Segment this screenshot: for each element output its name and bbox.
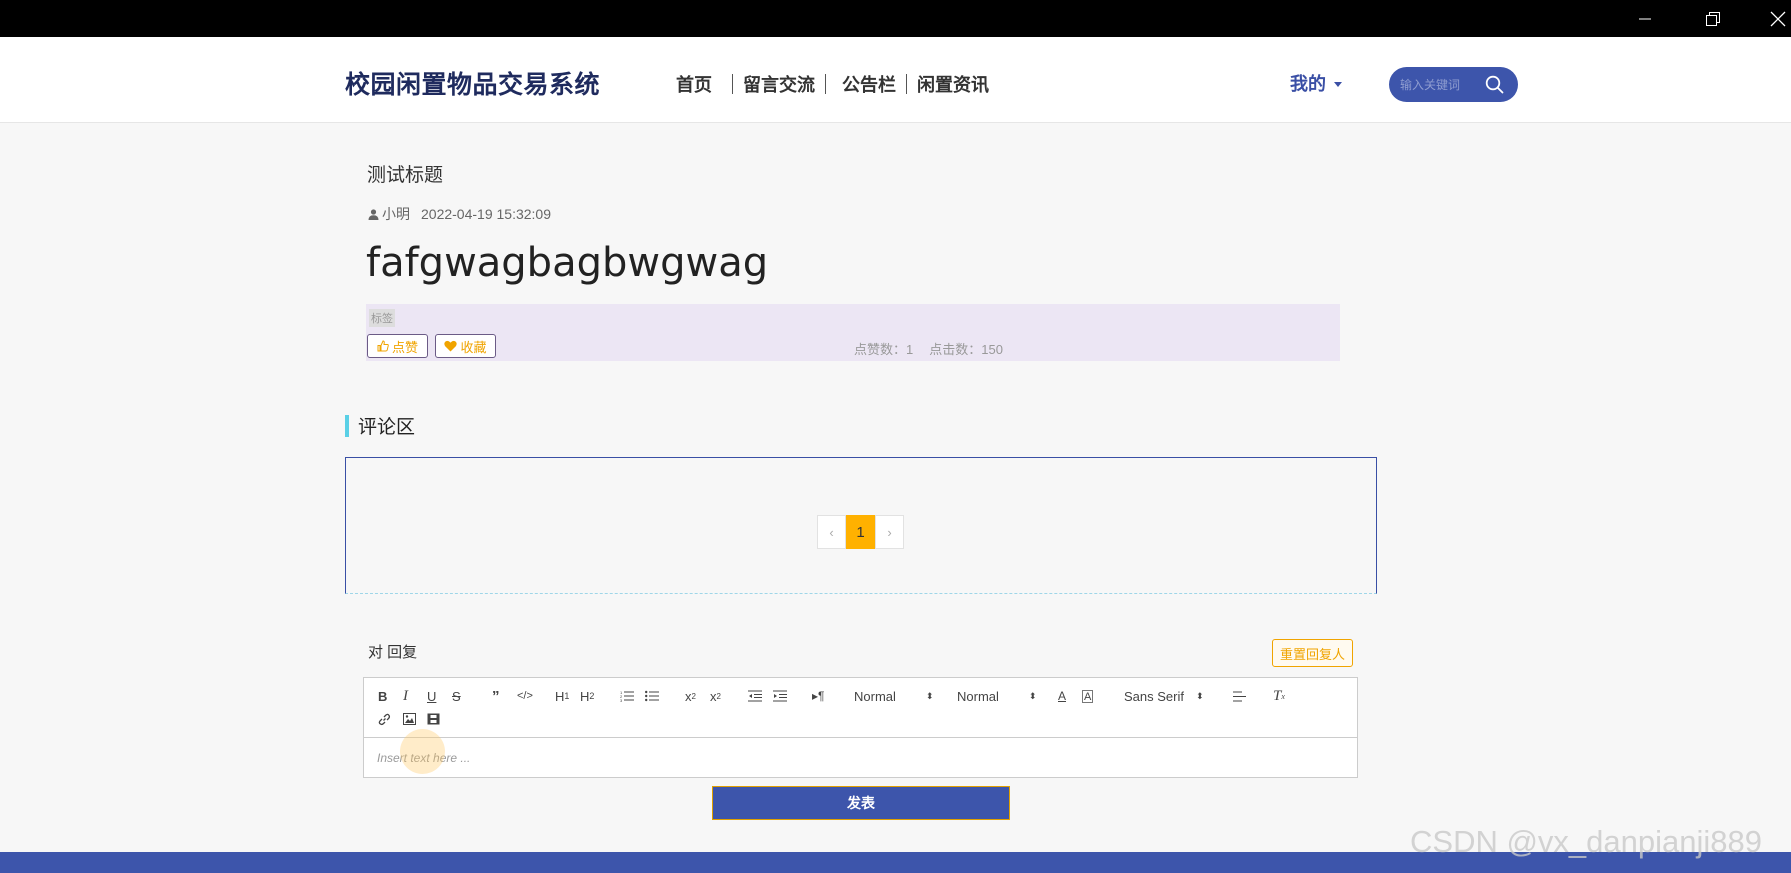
post-content: fafgwagbagbwgwag [366,240,769,286]
strikethrough-icon[interactable]: S [452,687,461,705]
size-select-value: Normal [957,688,999,704]
site-title[interactable]: 校园闲置物品交易系统 [345,65,600,101]
post-meta: 小明 2022-04-19 15:32:09 [368,204,551,224]
select-arrows-icon: ⬍ [1195,690,1204,701]
video-icon[interactable] [427,710,440,728]
pagination-page-1[interactable]: 1 [846,515,875,549]
section-accent-bar [345,414,349,437]
link-icon[interactable] [378,710,391,728]
indent-icon[interactable] [773,687,787,705]
watermark: CSDN @vx_danpianji889 [1410,824,1762,859]
post-tags-panel: 标签 点赞 收藏 点赞数：1 点击数：150 [366,304,1340,361]
svg-text:3: 3 [620,698,623,702]
superscript-icon[interactable]: x2 [710,687,721,705]
nav-item-home[interactable]: 首页 [668,71,720,97]
heart-icon [444,340,458,352]
cursor-highlight [400,729,445,774]
caret-down-icon [1334,81,1342,87]
like-button[interactable]: 点赞 [367,334,428,358]
user-menu-label: 我的 [1290,74,1326,94]
minimize-icon[interactable] [1622,0,1668,37]
comments-title-text: 评论区 [358,417,416,438]
font-select[interactable]: Sans Serif ⬍ [1124,687,1204,705]
header1-icon[interactable]: H1 [555,687,569,705]
bullet-list-icon[interactable] [645,687,659,705]
nav-item-news[interactable]: 闲置资讯 [909,71,997,97]
header2-icon[interactable]: H2 [580,687,594,705]
thumbs-up-icon [377,340,389,352]
user-icon [368,208,379,220]
main-nav: 首页 留言交流 公告栏 闲置资讯 [668,71,997,97]
favorite-label: 收藏 [460,339,487,355]
italic-icon[interactable]: I [403,687,408,705]
ordered-list-icon[interactable]: 123 [620,687,634,705]
outdent-icon[interactable] [748,687,762,705]
reply-target-label: 对 回复 [368,644,418,661]
font-select-value: Sans Serif [1124,688,1184,704]
image-icon[interactable] [403,710,416,728]
underline-icon[interactable]: U [427,687,436,705]
click-count: 点击数：150 [929,342,1003,357]
select-arrows-icon: ⬍ [925,690,934,701]
like-label: 点赞 [391,339,418,355]
select-arrows-icon: ⬍ [1028,690,1037,701]
nav-item-announcements[interactable]: 公告栏 [828,71,904,97]
like-count: 点赞数：1 [854,342,914,357]
blockquote-icon[interactable]: ” [492,687,500,705]
restore-icon[interactable] [1690,0,1736,37]
reset-reply-button[interactable]: 重置回复人 [1272,639,1353,667]
close-icon[interactable] [1755,0,1791,37]
bold-icon[interactable]: B [378,687,387,705]
site-header: 校园闲置物品交易系统 首页 留言交流 公告栏 闲置资讯 我的 [0,37,1791,123]
nav-divider [825,74,826,94]
pagination-prev[interactable]: ‹ [817,515,846,549]
nav-divider [906,74,907,94]
post-stats: 点赞数：1 点击数：150 [854,339,1003,358]
editor-input[interactable]: Insert text here ... [364,738,1357,778]
comments-list: ‹ 1 › [345,457,1377,594]
search-input[interactable] [1400,77,1485,92]
favorite-button[interactable]: 收藏 [435,334,496,358]
align-icon[interactable] [1233,687,1246,705]
editor-toolbar: B I U S ” </> H1 H2 123 x2 x2 ▸¶ Normal … [364,678,1357,738]
user-menu[interactable]: 我的 [1290,70,1342,96]
pagination-next[interactable]: › [875,515,904,549]
background-color-icon[interactable]: A [1082,690,1094,703]
subscript-icon[interactable]: x2 [685,687,696,705]
submit-reply-button[interactable]: 发表 [712,786,1010,820]
nav-divider [732,74,733,94]
search-icon[interactable] [1485,75,1504,99]
text-color-icon[interactable]: A [1058,687,1066,705]
header-select-value: Normal [854,688,896,704]
comments-section-title: 评论区 [345,412,415,439]
search-box [1389,67,1518,102]
size-select[interactable]: Normal ⬍ [957,687,1036,705]
nav-item-messages[interactable]: 留言交流 [735,71,823,97]
tags-label: 标签 [369,309,395,327]
rich-text-editor: B I U S ” </> H1 H2 123 x2 x2 ▸¶ Normal … [363,677,1358,778]
clear-format-icon[interactable]: Tx [1273,687,1285,705]
post-author: 小明 [382,206,410,222]
post-title: 测试标题 [367,165,444,186]
post-date: 2022-04-19 15:32:09 [421,206,551,222]
window-titlebar [0,0,1791,46]
text-direction-icon[interactable]: ▸¶ [812,687,824,705]
code-block-icon[interactable]: </> [517,687,533,705]
header-select[interactable]: Normal ⬍ [854,687,933,705]
pagination: ‹ 1 › [817,515,904,549]
